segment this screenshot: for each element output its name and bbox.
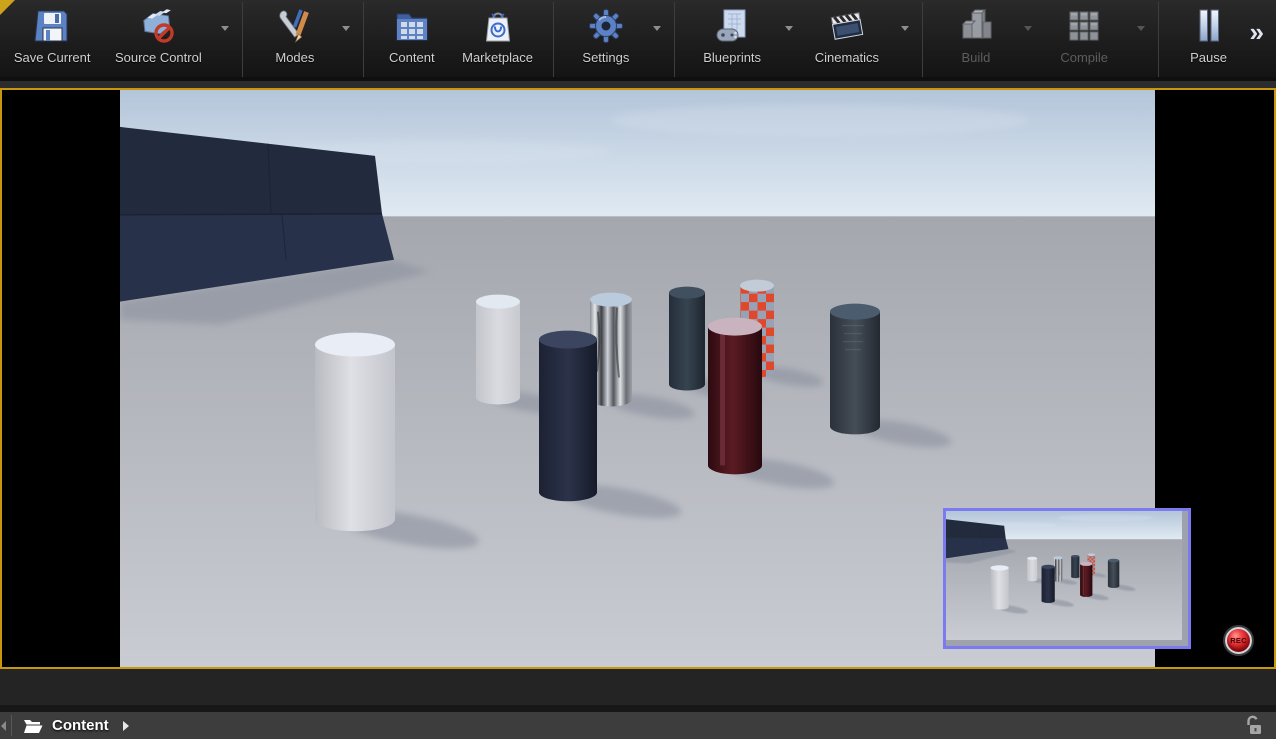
marketplace-icon — [477, 5, 519, 47]
unlock-icon[interactable] — [1244, 715, 1262, 737]
content-bar-top-edge — [0, 705, 1276, 712]
camera-preview-scene — [946, 511, 1182, 640]
play-in-editor-viewport[interactable]: REC — [0, 88, 1276, 669]
blueprints-icon — [711, 5, 753, 47]
content-browser-label: Content — [389, 50, 435, 65]
content-browser-icon — [391, 5, 433, 47]
toolbar-separator — [242, 2, 243, 77]
pause-button[interactable]: Pause — [1168, 0, 1250, 77]
marketplace-button[interactable]: Marketplace — [451, 0, 544, 77]
content-bar-divider — [11, 715, 12, 736]
compile-label: Compile — [1060, 50, 1108, 65]
settings-icon — [585, 5, 627, 47]
toolbar-separator — [1158, 2, 1159, 77]
pause-icon — [1188, 5, 1230, 47]
main-toolbar: Save Current Source Control — [0, 0, 1276, 81]
source-control-label: Source Control — [115, 50, 202, 65]
dropdown-caret-icon[interactable] — [901, 26, 909, 31]
build-button[interactable]: Build — [932, 0, 1036, 77]
cinematics-icon — [826, 5, 868, 47]
record-button[interactable]: REC — [1225, 627, 1252, 654]
build-label: Build — [961, 50, 990, 65]
toolbar-substrip — [0, 81, 1276, 88]
save-current-button[interactable]: Save Current — [5, 0, 100, 77]
settings-button[interactable]: Settings — [563, 0, 665, 77]
content-path-button[interactable]: Content — [23, 717, 129, 734]
dropdown-caret-icon[interactable] — [785, 26, 793, 31]
marketplace-label: Marketplace — [462, 50, 533, 65]
record-button-label: REC — [1230, 636, 1246, 645]
pause-label: Pause — [1190, 50, 1227, 65]
dropdown-caret-icon[interactable] — [653, 26, 661, 31]
toolbar-separator — [922, 2, 923, 77]
dropdown-caret-icon[interactable] — [1024, 26, 1032, 31]
source-control-icon — [137, 5, 179, 47]
cinematics-label: Cinematics — [815, 50, 879, 65]
dropdown-caret-icon[interactable] — [221, 26, 229, 31]
save-current-label: Save Current — [14, 50, 91, 65]
dropdown-caret-icon[interactable] — [342, 26, 350, 31]
toolbar-overflow-chevron-icon[interactable]: » — [1250, 19, 1264, 45]
content-path-label: Content — [52, 717, 109, 734]
collapse-splitter-icon[interactable] — [1, 721, 6, 731]
dropdown-caret-icon[interactable] — [1137, 26, 1145, 31]
blueprints-label: Blueprints — [703, 50, 761, 65]
viewport-corner-flag — [0, 0, 15, 15]
breadcrumb-caret-icon — [123, 721, 129, 731]
camera-preview — [943, 508, 1191, 649]
compile-button[interactable]: Compile — [1036, 0, 1149, 77]
modes-button[interactable]: Modes — [252, 0, 354, 77]
viewport-lower-gutter — [0, 669, 1276, 705]
settings-label: Settings — [582, 50, 629, 65]
toolbar-separator — [674, 2, 675, 77]
content-browser-bar: Content — [0, 712, 1276, 739]
modes-icon — [274, 5, 316, 47]
content-browser-button[interactable]: Content — [373, 0, 451, 77]
toolbar-separator — [553, 2, 554, 77]
modes-label: Modes — [275, 50, 314, 65]
blueprints-button[interactable]: Blueprints — [684, 0, 797, 77]
source-control-button[interactable]: Source Control — [100, 0, 233, 77]
toolbar-separator — [363, 2, 364, 77]
compile-icon — [1063, 5, 1105, 47]
save-icon — [31, 5, 73, 47]
cinematics-button[interactable]: Cinematics — [797, 0, 914, 77]
build-icon — [955, 5, 997, 47]
folder-open-icon — [23, 718, 43, 734]
